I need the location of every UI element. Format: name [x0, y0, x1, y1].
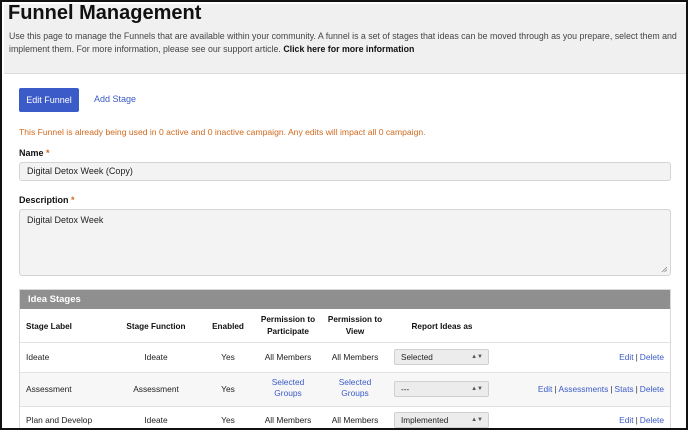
col-permission-participate-line1: Permission to	[260, 315, 316, 324]
more-info-link[interactable]: Click here for more information	[283, 44, 414, 54]
description-textarea[interactable]: Digital Detox Week	[19, 209, 671, 276]
intro-text: Use this page to manage the Funnels that…	[9, 30, 681, 56]
participate-groups-link[interactable]: Selected Groups	[255, 377, 321, 399]
chevron-down-icon: ▲▼	[471, 386, 483, 392]
add-stage-button[interactable]: Add Stage	[94, 94, 136, 104]
participate-groups-line1: Selected	[271, 377, 305, 387]
page-frame: Funnel Management Use this page to manag…	[0, 0, 688, 430]
participate-groups-line2: Groups	[274, 388, 302, 398]
stage-view: All Members	[331, 352, 379, 362]
resize-grip-icon[interactable]	[661, 266, 668, 273]
table-row: Plan and Develop Ideate Yes All Members …	[20, 406, 670, 428]
required-marker: *	[46, 148, 50, 158]
col-enabled: Enabled	[212, 322, 244, 331]
stage-function: Ideate	[144, 415, 168, 425]
col-permission-view: Permission to View	[322, 314, 388, 338]
report-ideas-value: Implemented	[401, 415, 449, 425]
stage-function: Ideate	[144, 352, 168, 362]
table-row: Ideate Ideate Yes All Members All Member…	[20, 342, 670, 372]
usage-warning: This Funnel is already being used in 0 a…	[19, 127, 426, 137]
stage-label: Ideate	[26, 352, 50, 362]
stage-label: Plan and Develop	[26, 415, 93, 425]
col-stage-label: Stage Label	[26, 322, 72, 331]
delete-stage-link[interactable]: Delete	[640, 415, 664, 425]
table-row: Assessment Assessment Yes Selected Group…	[20, 372, 670, 406]
col-stage-function: Stage Function	[126, 322, 186, 331]
required-marker: *	[71, 195, 75, 205]
stage-enabled: Yes	[221, 352, 235, 362]
name-input[interactable]: Digital Detox Week (Copy)	[19, 162, 671, 181]
view-groups-link[interactable]: Selected Groups	[322, 377, 388, 399]
description-label-text: Description	[19, 195, 69, 205]
report-ideas-value: Selected	[401, 352, 433, 362]
description-value: Digital Detox Week	[27, 215, 104, 225]
edit-stage-link[interactable]: Edit	[619, 352, 633, 362]
chevron-down-icon: ▲▼	[471, 417, 483, 423]
page-title: Funnel Management	[8, 2, 202, 24]
stage-label: Assessment	[26, 384, 72, 394]
stage-enabled: Yes	[221, 415, 235, 425]
col-permission-participate: Permission to Participate	[255, 314, 321, 338]
row-actions: Edit | Assessments | Stats | Delete	[537, 384, 664, 394]
chevron-down-icon: ▲▼	[471, 354, 483, 360]
assessments-link[interactable]: Assessments	[559, 384, 609, 394]
col-permission-view-line1: Permission to	[327, 315, 383, 324]
report-ideas-select[interactable]: Implemented ▲▼	[394, 412, 489, 428]
report-ideas-select[interactable]: --- ▲▼	[394, 381, 489, 397]
row-actions: Edit | Delete	[619, 352, 664, 362]
stage-function: Assessment	[133, 384, 179, 394]
edit-funnel-button[interactable]: Edit Funnel	[19, 88, 79, 112]
col-permission-participate-line2: Participate	[267, 327, 309, 336]
name-label-text: Name	[19, 148, 44, 158]
report-ideas-select[interactable]: Selected ▲▼	[394, 349, 489, 365]
row-actions: Edit | Delete	[619, 415, 664, 425]
stage-participate: All Members	[264, 352, 312, 362]
stats-link[interactable]: Stats	[615, 384, 634, 394]
view-groups-line2: Groups	[341, 388, 369, 398]
edit-stage-link[interactable]: Edit	[538, 384, 552, 394]
col-report-ideas: Report Ideas as	[411, 322, 473, 331]
idea-stages-table: Idea Stages Stage Label Stage Function E…	[19, 289, 671, 428]
name-label: Name *	[19, 148, 50, 158]
stage-view: All Members	[331, 415, 379, 425]
delete-stage-link[interactable]: Delete	[640, 384, 664, 394]
page-header: Funnel Management Use this page to manag…	[4, 2, 686, 74]
view-groups-line1: Selected	[338, 377, 372, 387]
delete-stage-link[interactable]: Delete	[640, 352, 664, 362]
report-ideas-value: ---	[401, 384, 410, 394]
col-permission-view-line2: View	[345, 327, 365, 336]
edit-stage-link[interactable]: Edit	[619, 415, 633, 425]
idea-stages-title: Idea Stages	[20, 290, 670, 309]
stage-participate: All Members	[264, 415, 312, 425]
stage-enabled: Yes	[221, 384, 235, 394]
description-label: Description *	[19, 195, 75, 205]
